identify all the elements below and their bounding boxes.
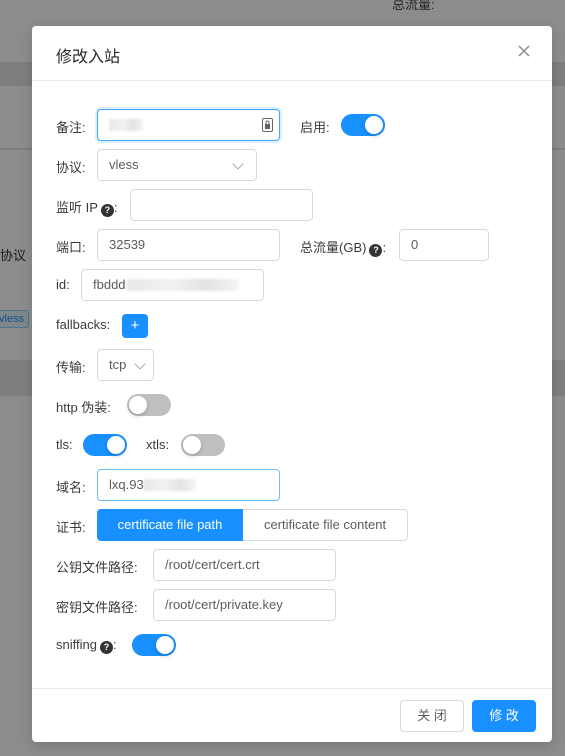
submit-button[interactable]: 修 改 [472, 700, 536, 732]
public-key-path-label: 公钥文件路径: [56, 560, 138, 575]
listen-ip-label: 监听 IP?: [56, 200, 118, 217]
enable-label: 启用: [300, 120, 330, 135]
remark-label: 备注: [56, 120, 86, 135]
total-traffic-input[interactable]: 0 [399, 229, 489, 261]
cert-label: 证书: [56, 520, 86, 535]
private-key-path-input[interactable]: /root/cert/private.key [153, 589, 336, 621]
listen-ip-input[interactable] [130, 189, 313, 221]
sniffing-switch[interactable] [132, 634, 176, 656]
fallbacks-label: fallbacks: [56, 317, 111, 332]
modal-footer: 关 闭 修 改 [32, 688, 552, 742]
modal-header: 修改入站 [32, 26, 552, 81]
protocol-label: 协议: [56, 160, 86, 175]
tab-certificate-file-path[interactable]: certificate file path [97, 509, 243, 541]
protocol-select[interactable]: vless [97, 149, 257, 181]
id-label: id: [56, 277, 70, 292]
tls-label: tls: [56, 437, 73, 452]
transport-select[interactable]: tcp [97, 349, 154, 381]
domain-label: 域名: [56, 480, 86, 495]
close-icon[interactable] [516, 43, 532, 59]
xtls-label: xtls: [146, 437, 170, 452]
protocol-select-value: vless [109, 157, 139, 172]
domain-input[interactable]: lxq.93 [97, 469, 280, 501]
question-circle-icon[interactable]: ? [100, 204, 114, 217]
transport-label: 传输: [56, 360, 86, 375]
question-circle-icon[interactable]: ? [369, 244, 383, 257]
port-label: 端口: [56, 240, 86, 255]
transport-select-value: tcp [109, 357, 127, 372]
edit-inbound-modal: 修改入站 备注: 启用: 协议: vless 监听 IP?: 端口: 32539… [32, 26, 552, 742]
password-manager-icon[interactable] [262, 118, 273, 132]
total-traffic-label: 总流量(GB)?: [300, 240, 387, 257]
private-key-path-label: 密钥文件路径: [56, 600, 138, 615]
public-key-path-input[interactable]: /root/cert/cert.crt [153, 549, 336, 581]
chevron-down-icon [134, 358, 146, 370]
http-obfs-switch[interactable] [127, 394, 171, 416]
question-circle-icon[interactable]: ? [99, 641, 113, 654]
tab-certificate-file-content[interactable]: certificate file content [243, 509, 408, 541]
port-input[interactable]: 32539 [97, 229, 280, 261]
chevron-down-icon [232, 158, 244, 170]
close-button[interactable]: 关 闭 [400, 700, 464, 732]
xtls-switch[interactable] [181, 434, 225, 456]
modal-title: 修改入站 [56, 49, 121, 66]
tls-switch[interactable] [83, 434, 127, 456]
id-input[interactable]: fbddd [81, 269, 264, 301]
add-fallback-button[interactable]: + [122, 314, 148, 338]
enable-switch[interactable] [341, 114, 385, 136]
remark-input[interactable] [97, 109, 280, 141]
http-obfs-label: http 伪装: [56, 400, 111, 415]
sniffing-label: sniffing?: [56, 637, 117, 654]
